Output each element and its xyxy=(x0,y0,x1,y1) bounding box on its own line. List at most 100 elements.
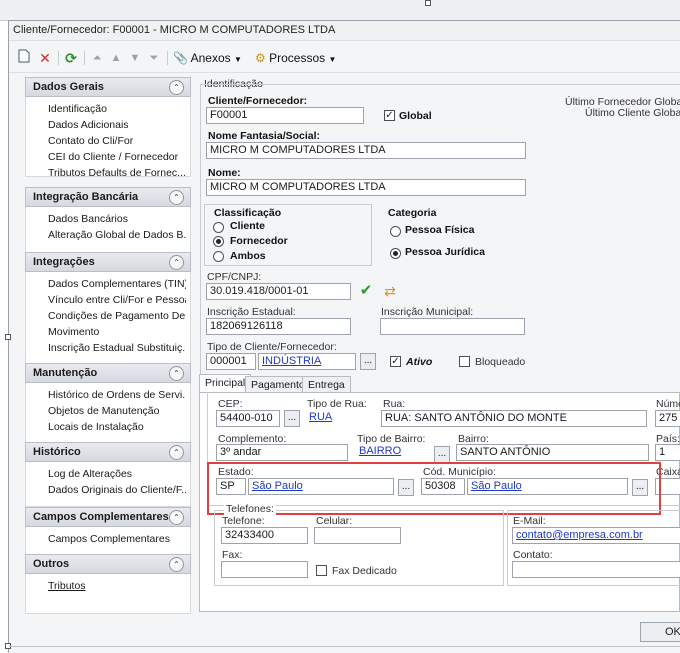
sidebar-item[interactable]: Tributos Defaults de Fornec... xyxy=(48,167,186,179)
sidebar-item[interactable]: Contato do Cli/For xyxy=(48,135,186,147)
email-label: E-Mail: xyxy=(513,515,546,527)
radio-fornecedor[interactable] xyxy=(213,236,224,247)
collapse-chevron-icon[interactable]: ⌃ xyxy=(169,557,184,572)
gears-icon: ⚙ xyxy=(255,51,266,65)
tipo-rua-label: Tipo de Rua: xyxy=(307,398,367,410)
radio-pessoa-fisica[interactable] xyxy=(390,226,401,237)
collapse-chevron-icon[interactable]: ⌃ xyxy=(169,80,184,95)
numero-label: Núme xyxy=(656,398,680,410)
sidebar-item[interactable]: Condições de Pagamento De... xyxy=(48,310,186,322)
radio-cliente[interactable] xyxy=(213,222,224,233)
bairro-input[interactable]: SANTO ANTÔNIO xyxy=(456,444,649,461)
sidebar-section-header[interactable]: Campos Complementares ⌃ xyxy=(25,507,191,527)
tab-principal[interactable]: Principal xyxy=(199,374,252,392)
ativo-label: Ativo xyxy=(406,356,433,368)
sidebar-item[interactable]: Objetos de Manutenção xyxy=(48,405,186,417)
bairro-lookup-button[interactable]: ... xyxy=(434,446,450,463)
previous-record-icon[interactable]: ▲ xyxy=(107,49,125,67)
radio-ambos[interactable] xyxy=(213,251,224,262)
telefones-label: Telefones: xyxy=(224,503,276,515)
swap-icon[interactable]: ⇄ xyxy=(381,282,399,300)
tipo-name-link[interactable]: INDÚSTRIA xyxy=(258,353,356,370)
global-label: Global xyxy=(399,110,432,122)
sidebar-section-header[interactable]: Integração Bancária ⌃ xyxy=(25,187,191,207)
sidebar-item[interactable]: Campos Complementares xyxy=(48,533,186,545)
delete-icon[interactable]: ✕ xyxy=(36,49,54,67)
refresh-icon[interactable]: ⟳ xyxy=(62,49,80,67)
sidebar-item[interactable]: Movimento xyxy=(48,326,186,338)
sidebar-item[interactable]: Identificação xyxy=(48,103,186,115)
sidebar-item[interactable]: Vínculo entre Cli/For e Pessoa xyxy=(48,294,186,306)
sidebar-item[interactable]: Log de Alterações xyxy=(48,468,186,480)
sidebar-section-header[interactable]: Integrações ⌃ xyxy=(25,252,191,272)
ok-button[interactable]: OK xyxy=(640,622,680,642)
next-record-icon[interactable]: ▼ xyxy=(126,49,144,67)
sidebar-section-header[interactable]: Outros ⌃ xyxy=(25,554,191,574)
sidebar-item[interactable]: Tributos xyxy=(48,580,186,592)
numero-input[interactable]: 275 xyxy=(655,410,680,427)
nome-fantasia-input[interactable]: MICRO M COMPUTADORES LTDA xyxy=(206,142,526,159)
collapse-chevron-icon[interactable]: ⌃ xyxy=(169,255,184,270)
tipo-lookup-button[interactable]: ... xyxy=(360,353,376,370)
collapse-chevron-icon[interactable]: ⌃ xyxy=(169,366,184,381)
collapse-chevron-icon[interactable]: ⌃ xyxy=(169,510,184,525)
sidebar-section-header[interactable]: Manutenção ⌃ xyxy=(25,363,191,383)
telefone-input[interactable]: 32433400 xyxy=(221,527,308,544)
fax-input[interactable] xyxy=(221,561,308,578)
sidebar-item[interactable]: Dados Bancários xyxy=(48,213,186,225)
nome-label: Nome: xyxy=(208,167,241,179)
tipo-bairro-link[interactable]: BAIRRO xyxy=(356,444,426,461)
resize-handle-top[interactable] xyxy=(425,0,431,6)
sidebar-section-header[interactable]: Histórico ⌃ xyxy=(25,442,191,462)
rua-label: Rua: xyxy=(383,398,406,410)
inscricao-estadual-label: Inscrição Estadual: xyxy=(207,306,296,318)
validate-checkmark-icon[interactable]: ✔ xyxy=(357,282,375,300)
sidebar-section-body: Log de Alterações Dados Originais do Clie… xyxy=(25,462,191,507)
tipo-rua-link[interactable]: RUA xyxy=(306,410,374,427)
ultimo-cliente-global-label: Último Cliente Global: xyxy=(585,107,680,119)
celular-input[interactable] xyxy=(314,527,401,544)
resize-handle-left[interactable] xyxy=(5,334,11,340)
new-document-icon[interactable] xyxy=(15,49,33,67)
sidebar-item[interactable]: CEI do Cliente / Fornecedor xyxy=(48,151,186,163)
radio-pessoa-juridica[interactable] xyxy=(390,248,401,259)
inscricao-estadual-input[interactable]: 182069126118 xyxy=(206,318,351,335)
sidebar-section-header[interactable]: Dados Gerais ⌃ xyxy=(25,77,191,97)
global-checkbox[interactable]: ✓ xyxy=(384,110,395,121)
radio-fornecedor-label: Fornecedor xyxy=(230,235,288,247)
cep-lookup-button[interactable]: ... xyxy=(284,410,300,427)
complemento-input[interactable]: 3º andar xyxy=(216,444,348,461)
collapse-chevron-icon[interactable]: ⌃ xyxy=(169,445,184,460)
sidebar-item[interactable]: Dados Adicionais xyxy=(48,119,186,131)
sidebar-item[interactable]: Alteração Global de Dados B... xyxy=(48,229,186,241)
tipo-code-input[interactable]: 000001 xyxy=(206,353,256,370)
contato-input[interactable] xyxy=(512,561,680,578)
bloqueado-checkbox[interactable] xyxy=(459,356,470,367)
tab-entrega[interactable]: Entrega xyxy=(302,376,351,392)
collapse-chevron-icon[interactable]: ⌃ xyxy=(169,190,184,205)
sidebar-item[interactable]: Locais de Instalação xyxy=(48,421,186,433)
sidebar-item[interactable]: Dados Complementares (TIN) xyxy=(48,278,186,290)
nome-input[interactable]: MICRO M COMPUTADORES LTDA xyxy=(206,179,526,196)
email-input[interactable]: contato@empresa.com.br xyxy=(512,527,680,544)
cpf-cnpj-input[interactable]: 30.019.418/0001-01 xyxy=(206,283,351,300)
first-record-icon[interactable]: ⏶ xyxy=(88,49,106,67)
classificacao-label: Classificação xyxy=(214,207,282,219)
tab-pagamento[interactable]: Pagamento xyxy=(245,376,311,392)
cep-input[interactable]: 54400-010 xyxy=(216,410,280,427)
last-record-icon[interactable]: ⏷ xyxy=(145,49,163,67)
inscricao-municipal-input[interactable] xyxy=(380,318,525,335)
ativo-checkbox[interactable]: ✓ xyxy=(390,356,401,367)
pais-input[interactable]: 1 xyxy=(655,444,680,461)
fax-dedicado-checkbox[interactable] xyxy=(316,565,327,576)
sidebar-section-title: Histórico xyxy=(33,446,81,458)
contato-label: Contato: xyxy=(513,549,553,561)
sidebar-section-body: Campos Complementares xyxy=(25,527,191,555)
sidebar-item[interactable]: Histórico de Ordens de Servi... xyxy=(48,389,186,401)
cliente-fornecedor-input[interactable]: F00001 xyxy=(206,107,364,124)
processos-menu[interactable]: ⚙ Processos ▼ xyxy=(255,49,336,67)
anexos-menu[interactable]: 📎 Anexos ▼ xyxy=(173,49,242,67)
rua-input[interactable]: RUA: SANTO ANTÔNIO DO MONTE xyxy=(381,410,647,427)
sidebar-item[interactable]: Inscrição Estadual Substituiç... xyxy=(48,342,186,354)
sidebar-item[interactable]: Dados Originais do Cliente/F... xyxy=(48,484,186,496)
